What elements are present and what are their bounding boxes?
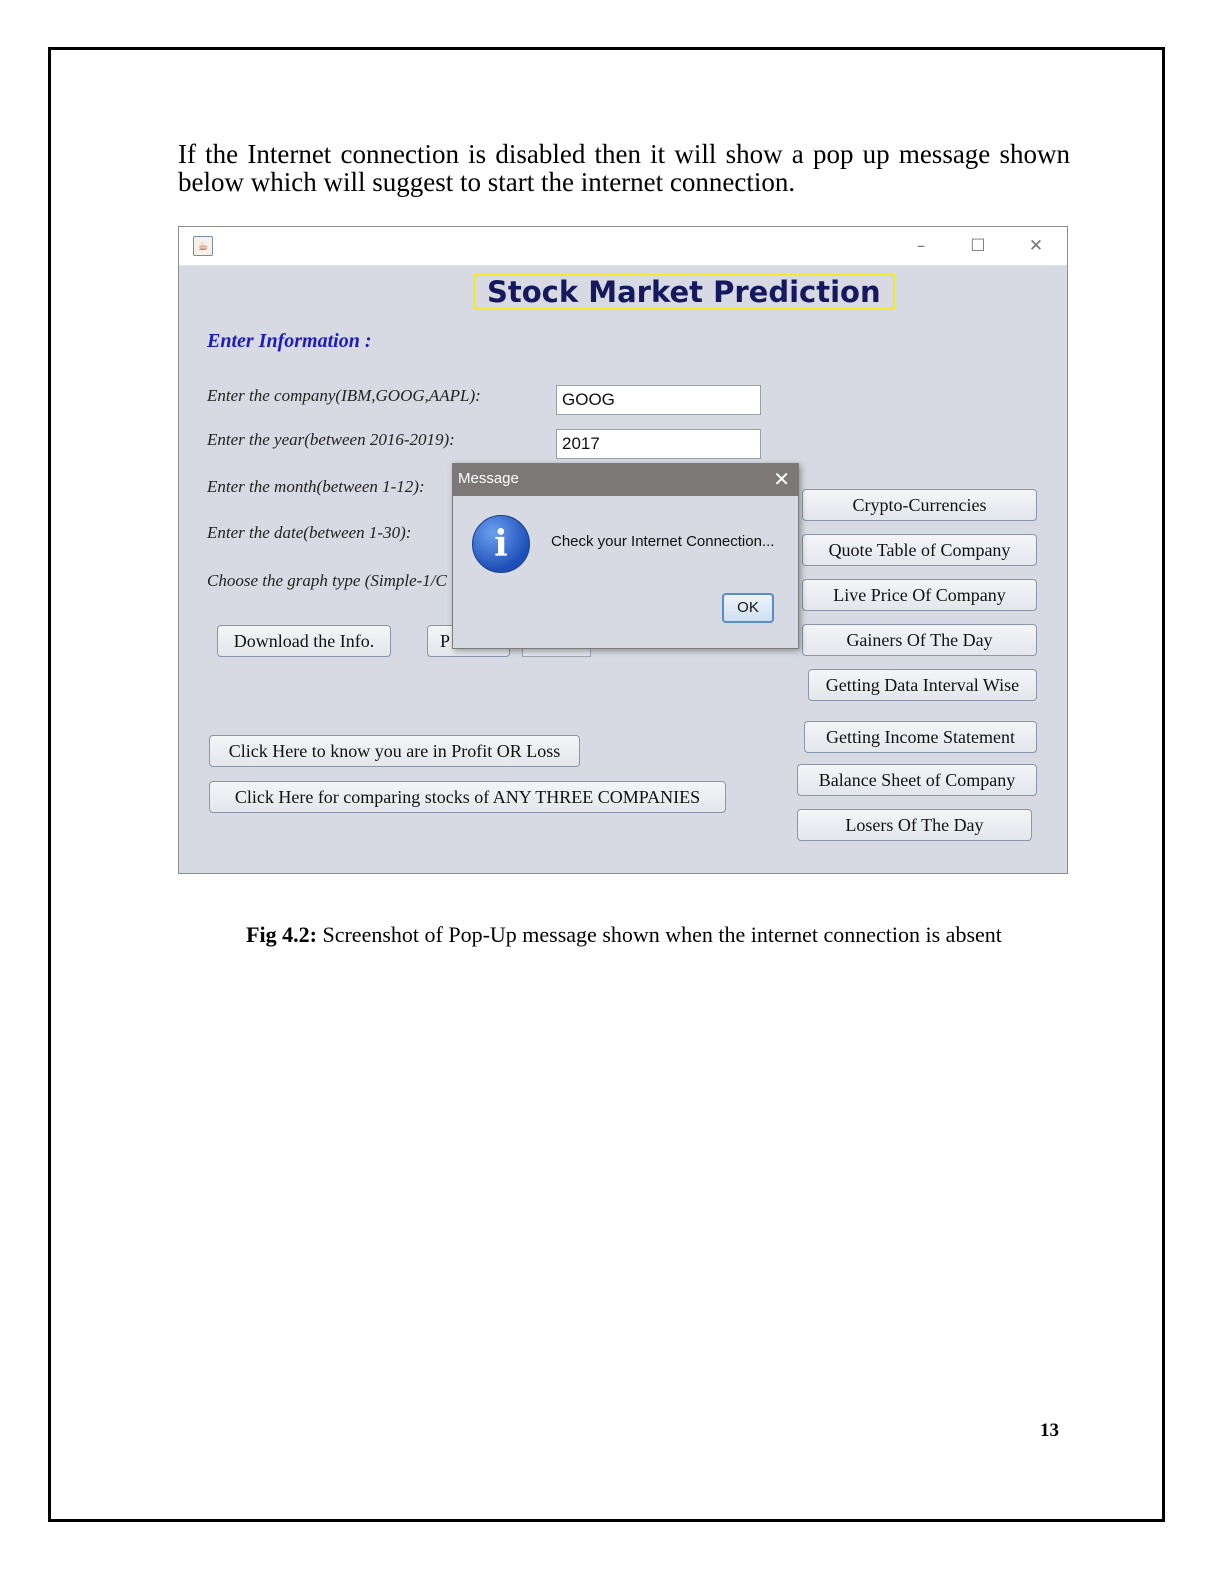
gainers-button[interactable]: Gainers Of The Day [802,624,1037,656]
dialog-close-icon[interactable]: ✕ [773,467,790,491]
info-icon: i [472,515,530,573]
minimize-icon[interactable]: – [906,233,936,259]
income-statement-button[interactable]: Getting Income Statement [804,721,1037,753]
ok-button[interactable]: OK [722,593,774,623]
dialog-message: Check your Internet Connection... [551,533,775,550]
dialog-titlebar: Message ✕ [453,464,798,496]
month-label: Enter the month(between 1-12): [207,477,425,496]
year-input[interactable]: 2017 [556,429,761,459]
dialog-title: Message [458,470,519,487]
graph-type-label: Choose the graph type (Simple-1/C [207,571,447,590]
intro-paragraph: If the Internet connection is disabled t… [178,139,1070,197]
figure-caption: Fig 4.2: Screenshot of Pop-Up message sh… [178,922,1070,948]
date-label: Enter the date(between 1-30): [207,523,412,542]
quote-table-button[interactable]: Quote Table of Company [802,534,1037,566]
compare-companies-button[interactable]: Click Here for comparing stocks of ANY T… [209,781,726,813]
close-icon[interactable]: ✕ [1021,233,1051,259]
crypto-currencies-button[interactable]: Crypto-Currencies [802,489,1037,521]
profit-loss-button[interactable]: Click Here to know you are in Profit OR … [209,735,580,767]
caption-text: Screenshot of Pop-Up message shown when … [316,922,1002,947]
caption-label: Fig 4.2: [246,922,317,947]
losers-button[interactable]: Losers Of The Day [797,809,1032,841]
balance-sheet-button[interactable]: Balance Sheet of Company [797,764,1037,796]
live-price-button[interactable]: Live Price Of Company [802,579,1037,611]
year-label: Enter the year(between 2016-2019): [207,430,455,449]
company-input[interactable]: GOOG [556,385,761,415]
java-app-icon: ☕ [193,236,213,256]
message-dialog: Message ✕ i Check your Internet Connecti… [452,463,799,649]
download-info-button[interactable]: Download the Info. [217,625,391,657]
app-title: Stock Market Prediction [473,274,895,310]
page-number: 13 [1040,1420,1059,1441]
company-label: Enter the company(IBM,GOOG,AAPL): [207,386,481,405]
section-label: Enter Information : [207,330,372,352]
app-screenshot: ☕ – ☐ ✕ Stock Market Prediction Enter In… [178,226,1068,874]
window-titlebar: ☕ – ☐ ✕ [179,227,1067,266]
data-interval-button[interactable]: Getting Data Interval Wise [808,669,1037,701]
maximize-icon[interactable]: ☐ [963,233,993,259]
